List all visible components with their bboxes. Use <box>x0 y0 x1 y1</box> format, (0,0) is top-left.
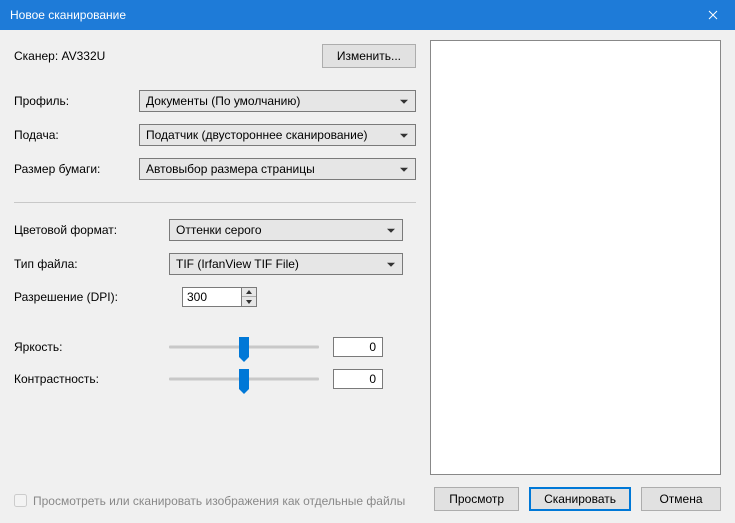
feed-row: Подача: Податчик (двустороннее сканирова… <box>14 124 416 146</box>
divider <box>14 202 416 203</box>
right-panel: Просмотр Сканировать Отмена <box>430 30 735 523</box>
close-button[interactable] <box>690 0 735 30</box>
paper-row: Размер бумаги: Автовыбор размера страниц… <box>14 158 416 180</box>
profile-select[interactable]: Документы (По умолчанию) <box>139 90 416 112</box>
filetype-row: Тип файла: TIF (IrfanView TIF File) <box>14 253 416 275</box>
window-title: Новое сканирование <box>10 8 126 22</box>
preview-button[interactable]: Просмотр <box>434 487 519 511</box>
settings-panel: Сканер: AV332U Изменить... Профиль: Доку… <box>0 30 430 523</box>
brightness-slider[interactable] <box>169 337 319 357</box>
separate-files-label: Просмотреть или сканировать изображения … <box>33 493 405 509</box>
feed-select[interactable]: Податчик (двустороннее сканирование) <box>139 124 416 146</box>
separate-files-checkbox <box>14 494 27 507</box>
dpi-up-button[interactable] <box>242 288 256 297</box>
separate-files-row: Просмотреть или сканировать изображения … <box>14 493 416 509</box>
color-select[interactable]: Оттенки серого <box>169 219 403 241</box>
cancel-button[interactable]: Отмена <box>641 487 721 511</box>
contrast-row: Контрастность: <box>14 369 416 389</box>
dpi-down-button[interactable] <box>242 297 256 306</box>
dialog-body: Сканер: AV332U Изменить... Профиль: Доку… <box>0 30 735 523</box>
dpi-spinner <box>242 287 257 307</box>
titlebar: Новое сканирование <box>0 0 735 30</box>
dpi-label: Разрешение (DPI): <box>14 290 152 304</box>
scan-button[interactable]: Сканировать <box>529 487 631 511</box>
profile-label: Профиль: <box>14 94 139 108</box>
filetype-label: Тип файла: <box>14 257 169 271</box>
dpi-input[interactable] <box>182 287 242 307</box>
slider-thumb[interactable] <box>239 369 249 389</box>
brightness-row: Яркость: <box>14 337 416 357</box>
color-row: Цветовой формат: Оттенки серого <box>14 219 416 241</box>
scanner-label: Сканер: AV332U <box>14 49 105 63</box>
change-scanner-button[interactable]: Изменить... <box>322 44 416 68</box>
contrast-slider[interactable] <box>169 369 319 389</box>
slider-thumb[interactable] <box>239 337 249 357</box>
paper-select[interactable]: Автовыбор размера страницы <box>139 158 416 180</box>
brightness-value[interactable] <box>333 337 383 357</box>
footer-buttons: Просмотр Сканировать Отмена <box>430 487 721 511</box>
close-icon <box>708 10 718 20</box>
profile-row: Профиль: Документы (По умолчанию) <box>14 90 416 112</box>
chevron-up-icon <box>246 290 252 294</box>
color-label: Цветовой формат: <box>14 223 169 237</box>
contrast-value[interactable] <box>333 369 383 389</box>
dpi-row: Разрешение (DPI): <box>14 287 416 307</box>
chevron-down-icon <box>246 300 252 304</box>
filetype-select[interactable]: TIF (IrfanView TIF File) <box>169 253 403 275</box>
contrast-label: Контрастность: <box>14 372 169 386</box>
brightness-label: Яркость: <box>14 340 169 354</box>
paper-label: Размер бумаги: <box>14 162 139 176</box>
feed-label: Подача: <box>14 128 139 142</box>
scanner-row: Сканер: AV332U Изменить... <box>14 44 416 68</box>
preview-area <box>430 40 721 475</box>
